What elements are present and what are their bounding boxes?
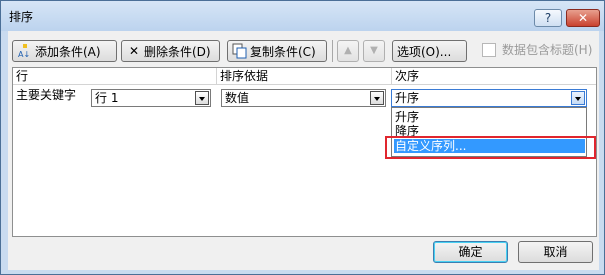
delete-condition-label: 删除条件(D) <box>144 44 211 59</box>
row-label: 主要关键字 <box>16 88 77 102</box>
order-select-value: 升序 <box>395 91 420 105</box>
svg-text:A↓: A↓ <box>18 50 30 59</box>
column-header-key: 行 <box>16 69 29 83</box>
chevron-down-icon[interactable] <box>195 91 209 105</box>
key-select-value: 行 1 <box>95 91 119 105</box>
chevron-down-icon[interactable] <box>571 91 585 105</box>
add-condition-label: 添加条件(A) <box>35 44 101 59</box>
header-checkbox-row[interactable]: 数据包含标题(H) <box>482 41 592 58</box>
sort-on-select[interactable]: 数值 <box>221 89 386 107</box>
delete-condition-button[interactable]: ✕ 删除条件(D) <box>121 40 220 62</box>
options-label: 选项(O)... <box>397 44 452 59</box>
delete-icon: ✕ <box>128 44 140 58</box>
column-header-order: 次序 <box>395 69 420 83</box>
sort-on-select-value: 数值 <box>225 91 250 105</box>
options-button[interactable]: 选项(O)... <box>392 40 467 62</box>
copy-condition-label: 复制条件(C) <box>250 44 316 59</box>
chevron-down-icon[interactable] <box>370 91 384 105</box>
move-up-button[interactable]: ▲ <box>337 40 359 62</box>
title-bar: 排序 ? ✕ <box>1 1 604 31</box>
close-button[interactable]: ✕ <box>566 9 600 27</box>
add-condition-icon: A↓ <box>17 43 33 59</box>
ok-button[interactable]: 确定 <box>433 241 508 263</box>
toolbar-separator <box>332 40 333 62</box>
header-rule <box>13 84 596 85</box>
copy-icon <box>232 43 248 59</box>
key-select[interactable]: 行 1 <box>91 89 211 107</box>
column-header-sort-on: 排序依据 <box>220 69 269 83</box>
copy-condition-button[interactable]: 复制条件(C) <box>227 40 327 62</box>
order-option[interactable]: 升序 <box>394 110 419 124</box>
cancel-button[interactable]: 取消 <box>518 241 593 263</box>
order-select[interactable]: 升序 <box>391 89 587 107</box>
header-checkbox[interactable] <box>482 42 496 57</box>
help-button[interactable]: ? <box>534 9 562 27</box>
header-checkbox-label: 数据包含标题(H) <box>502 43 593 57</box>
annotation-highlight-box <box>385 136 596 159</box>
sort-dialog: 排序 ? ✕ A↓ 添加条件(A) ✕ 删除条件(D) 复制条件(C) ▲ ▼ … <box>0 0 605 275</box>
add-condition-button[interactable]: A↓ 添加条件(A) <box>12 40 117 62</box>
move-down-button[interactable]: ▼ <box>363 40 385 62</box>
dialog-title: 排序 <box>9 10 34 24</box>
